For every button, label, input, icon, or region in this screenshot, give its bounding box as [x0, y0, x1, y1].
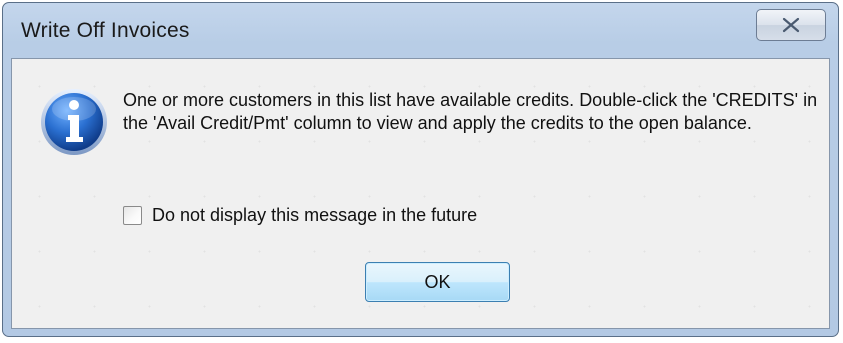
do-not-display-checkbox[interactable] — [123, 205, 142, 225]
do-not-display-checkbox-row[interactable]: Do not display this message in the futur… — [123, 203, 477, 227]
window-title: Write Off Invoices — [21, 19, 190, 42]
checkbox-label: Do not display this message in the futur… — [152, 204, 478, 225]
information-icon — [41, 89, 107, 155]
close-icon — [782, 17, 800, 33]
dialog-window: Write Off Invoices One or more customers… — [2, 2, 839, 337]
dialog-message: One or more customers in this list have … — [123, 90, 818, 133]
close-button[interactable] — [756, 9, 826, 41]
dialog-body: One or more customers in this list have … — [11, 58, 830, 329]
ok-button[interactable]: OK — [365, 262, 510, 302]
title-bar[interactable]: Write Off Invoices — [3, 3, 838, 59]
